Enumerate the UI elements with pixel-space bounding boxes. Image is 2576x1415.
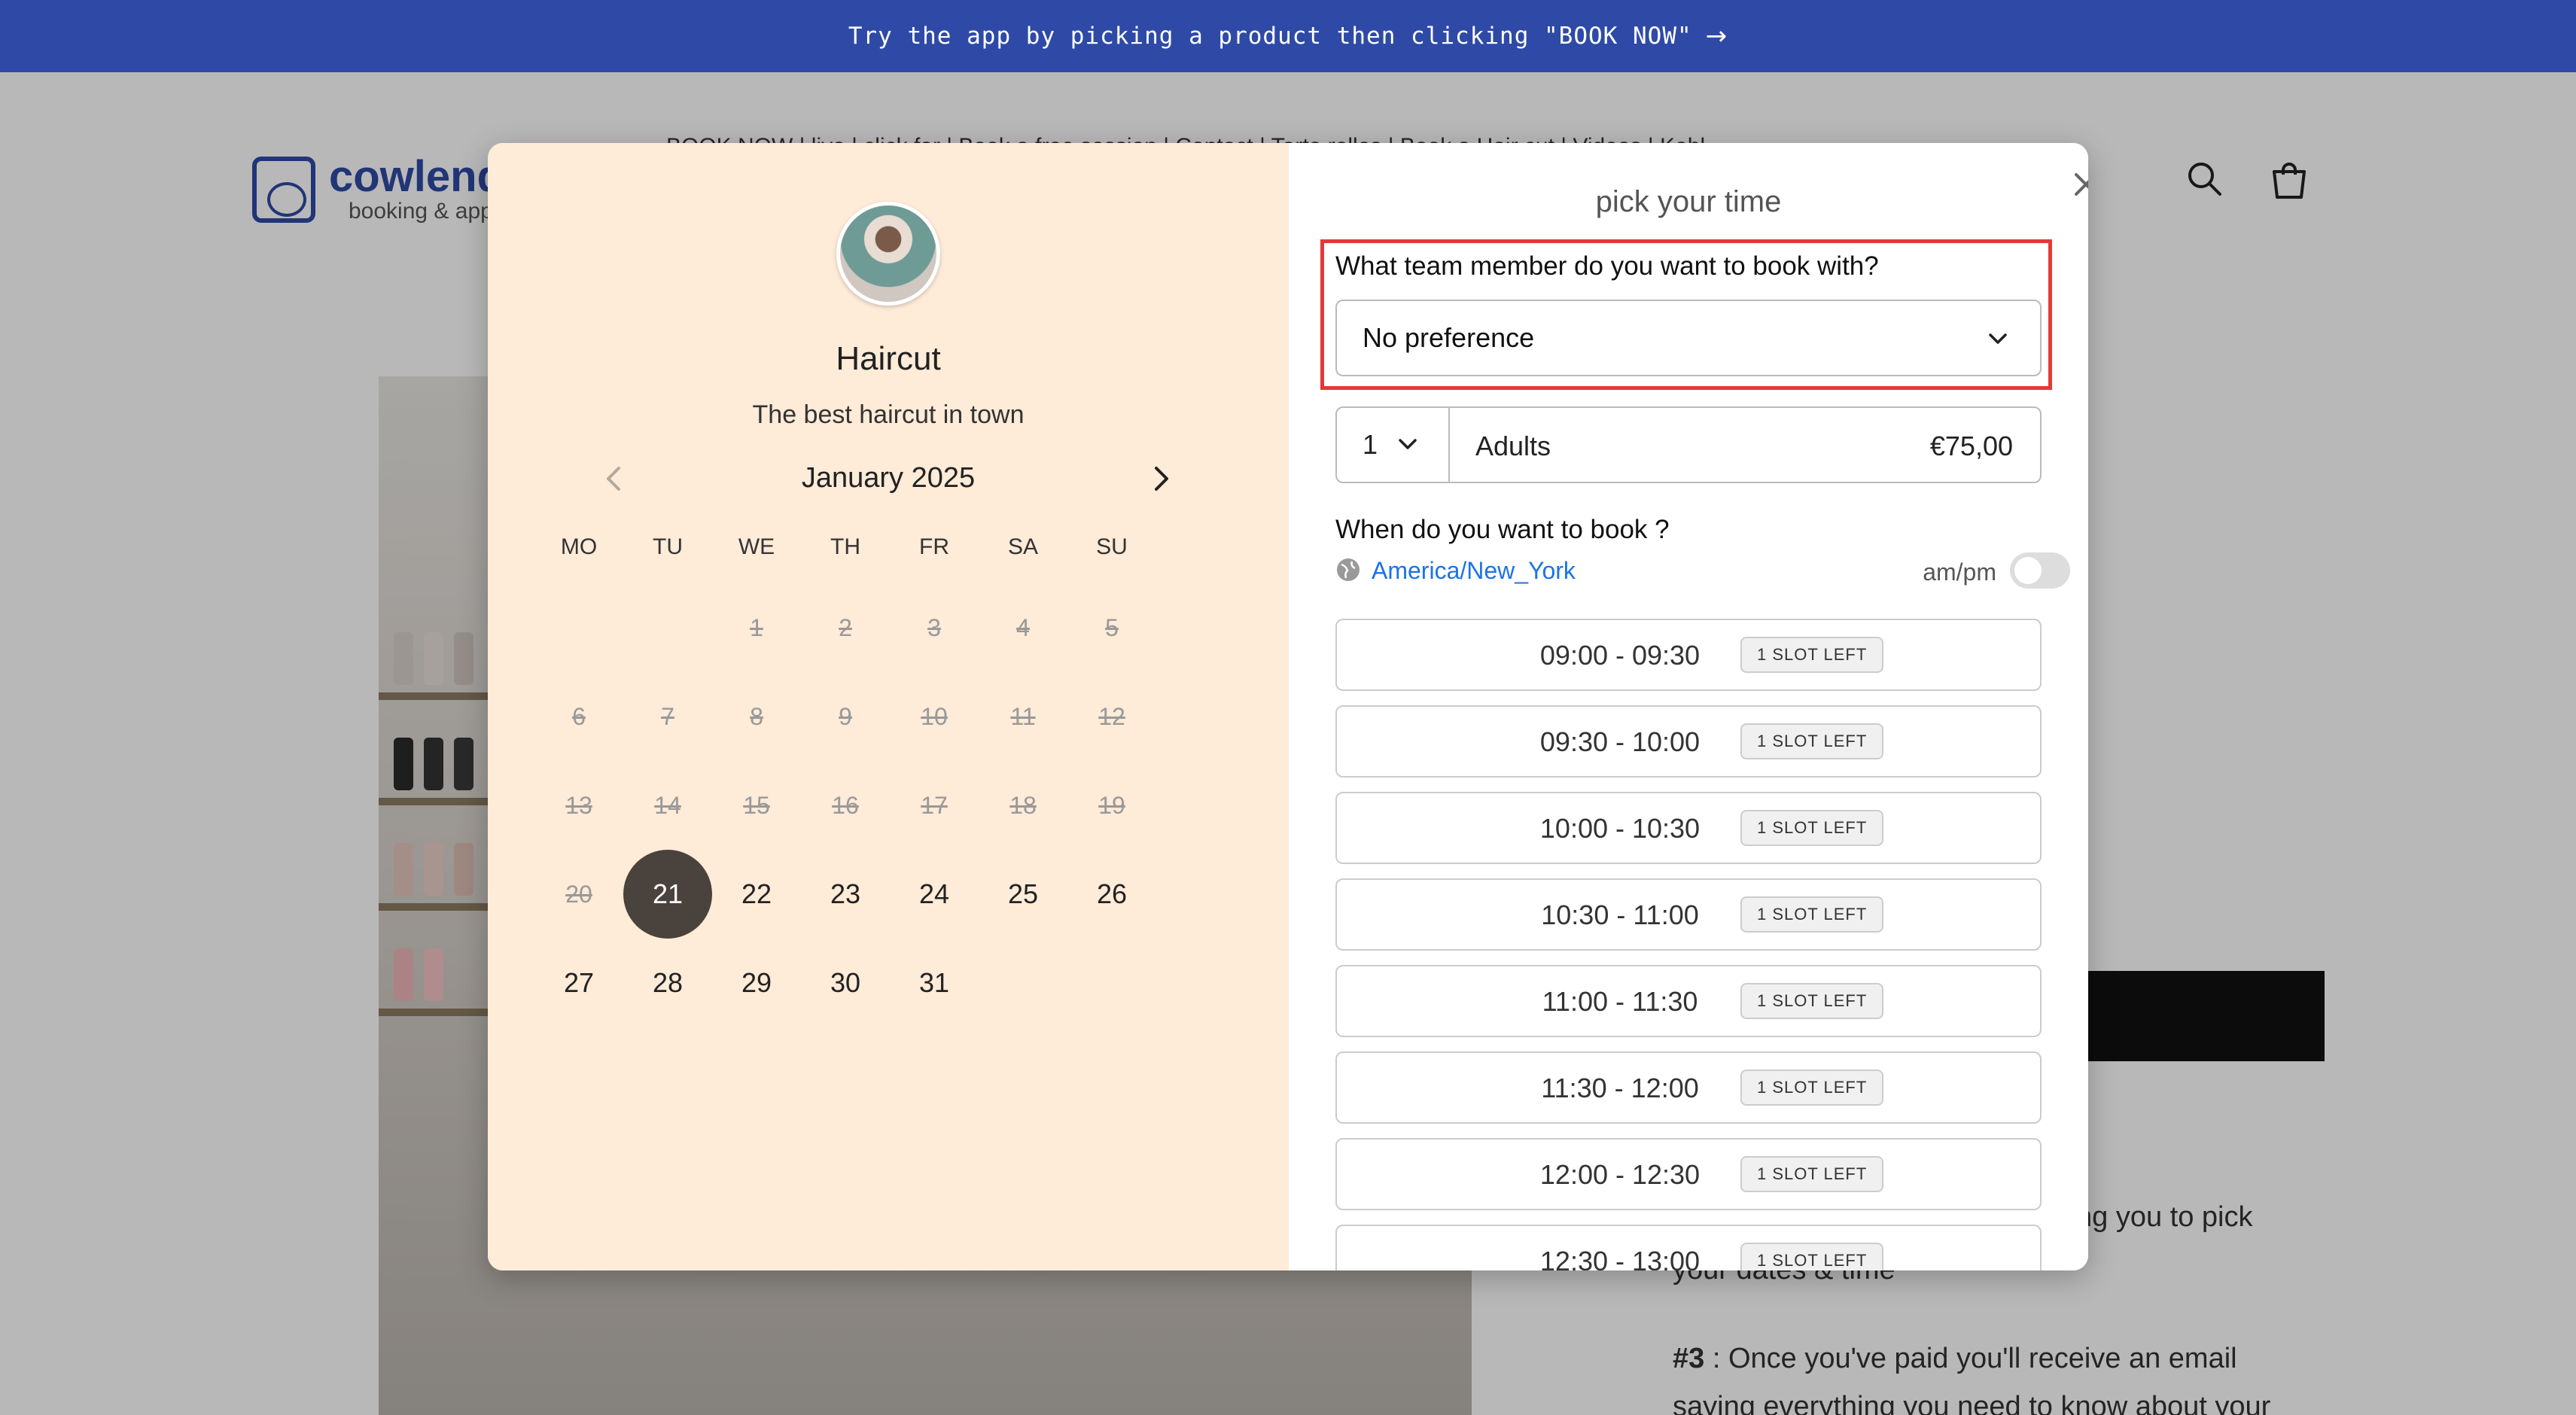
panel-title: pick your time bbox=[1595, 185, 1782, 218]
calendar-day: 2 bbox=[839, 613, 852, 641]
weekday-header: WE bbox=[738, 534, 775, 559]
calendar-day: 10 bbox=[921, 702, 948, 730]
booking-modal: Haircut The best haircut in town January… bbox=[488, 143, 2088, 1270]
calendar-day: 9 bbox=[839, 702, 852, 730]
chevron-down-icon bbox=[1989, 333, 2007, 344]
announcement-text: Try the app by picking a product then cl… bbox=[848, 23, 1692, 50]
arrow-right-icon: → bbox=[1705, 21, 1728, 51]
calendar-day[interactable]: 26 bbox=[1067, 850, 1156, 939]
ampm-toggle[interactable] bbox=[2010, 552, 2070, 589]
quantity-value: 1 bbox=[1363, 429, 1378, 460]
calendar-day[interactable]: 30 bbox=[801, 939, 890, 1027]
calendar-day: 5 bbox=[1105, 613, 1119, 641]
ampm-label: am/pm bbox=[1923, 558, 1996, 586]
service-panel: Haircut The best haircut in town January… bbox=[488, 143, 1289, 1270]
ticket-price: €75,00 bbox=[1929, 431, 2013, 461]
time-slot[interactable]: 12:30 - 13:00 1 SLOT LEFT bbox=[1335, 1225, 2042, 1270]
calendar-day: 3 bbox=[927, 613, 941, 641]
time-slot[interactable]: 12:00 - 12:30 1 SLOT LEFT bbox=[1335, 1138, 2042, 1210]
calendar-day: 20 bbox=[565, 880, 592, 908]
globe-icon bbox=[1337, 558, 1360, 581]
time-slot[interactable]: 11:00 - 11:30 1 SLOT LEFT bbox=[1335, 965, 2042, 1037]
service-subtitle: The best haircut in town bbox=[752, 400, 1025, 429]
service-title: Haircut bbox=[836, 340, 941, 377]
calendar-day[interactable]: 27 bbox=[534, 939, 623, 1027]
calendar-day: 4 bbox=[1016, 613, 1030, 641]
slots-left-badge: 1 SLOT LEFT bbox=[1740, 896, 1884, 933]
calendar-day[interactable]: 28 bbox=[623, 939, 712, 1027]
calendar-day[interactable]: 25 bbox=[979, 850, 1067, 939]
time-slot[interactable]: 10:00 - 10:30 1 SLOT LEFT bbox=[1335, 792, 2042, 864]
calendar-day: 14 bbox=[654, 791, 681, 819]
calendar-day: 15 bbox=[743, 791, 770, 819]
slots-left-badge: 1 SLOT LEFT bbox=[1740, 810, 1884, 846]
time-slot[interactable]: 10:30 - 11:00 1 SLOT LEFT bbox=[1335, 878, 2042, 951]
time-slot[interactable]: 11:30 - 12:00 1 SLOT LEFT bbox=[1335, 1051, 2042, 1124]
quantity-select[interactable]: 1 bbox=[1337, 408, 1450, 482]
slots-left-badge: 1 SLOT LEFT bbox=[1740, 983, 1884, 1019]
calendar-day[interactable]: 23 bbox=[801, 850, 890, 939]
time-slot[interactable]: 09:00 - 09:30 1 SLOT LEFT bbox=[1335, 619, 2042, 691]
slots-left-badge: 1 SLOT LEFT bbox=[1740, 1070, 1884, 1106]
calendar-day: 1 bbox=[750, 613, 763, 641]
team-question-label: What team member do you want to book wit… bbox=[1335, 251, 1879, 281]
calendar-day: 16 bbox=[832, 791, 859, 819]
calendar-day: 8 bbox=[750, 702, 763, 730]
slots-left-badge: 1 SLOT LEFT bbox=[1740, 723, 1884, 759]
calendar-day: 18 bbox=[1009, 791, 1037, 819]
weekday-header: TH bbox=[830, 534, 860, 559]
calendar-day: 6 bbox=[572, 702, 586, 730]
chevron-down-icon bbox=[1399, 439, 1417, 449]
slots-left-badge: 1 SLOT LEFT bbox=[1740, 1156, 1884, 1192]
calendar-day: 11 bbox=[1010, 702, 1036, 730]
weekday-header: SA bbox=[1007, 534, 1039, 559]
slots-left-badge: 1 SLOT LEFT bbox=[1740, 1243, 1884, 1270]
chevron-right-icon[interactable] bbox=[1138, 456, 1183, 501]
calendar-day[interactable]: 24 bbox=[890, 850, 979, 939]
team-member-select[interactable]: No preference bbox=[1335, 300, 2042, 376]
weekday-header: FR bbox=[919, 534, 949, 559]
ticket-row: 1 Adults €75,00 bbox=[1335, 406, 2042, 483]
calendar-day: 19 bbox=[1098, 791, 1125, 819]
slots-left-badge: 1 SLOT LEFT bbox=[1740, 637, 1884, 673]
calendar-day: 7 bbox=[661, 702, 674, 730]
calendar-day-selected[interactable]: 21 bbox=[623, 850, 712, 939]
when-question-label: When do you want to book ? bbox=[1335, 515, 1670, 544]
calendar-day[interactable]: 31 bbox=[890, 939, 979, 1027]
calendar-day: 12 bbox=[1098, 702, 1125, 730]
ticket-label: Adults bbox=[1475, 431, 1551, 461]
calendar-day[interactable]: 22 bbox=[712, 850, 801, 939]
calendar-day[interactable]: 29 bbox=[712, 939, 801, 1027]
time-panel: pick your time What team member do you w… bbox=[1289, 143, 2088, 1270]
weekday-header: SU bbox=[1096, 534, 1128, 559]
calendar-day: 17 bbox=[921, 791, 948, 819]
calendar-day: 13 bbox=[565, 791, 592, 819]
weekday-header: TU bbox=[653, 534, 683, 559]
team-member-value: No preference bbox=[1363, 322, 1535, 353]
time-slot[interactable]: 09:30 - 10:00 1 SLOT LEFT bbox=[1335, 705, 2042, 777]
weekday-header: MO bbox=[560, 534, 598, 559]
service-avatar bbox=[836, 202, 940, 306]
timezone-link[interactable]: America/New_York bbox=[1372, 557, 1576, 585]
announcement-bar[interactable]: Try the app by picking a product then cl… bbox=[0, 0, 2576, 72]
